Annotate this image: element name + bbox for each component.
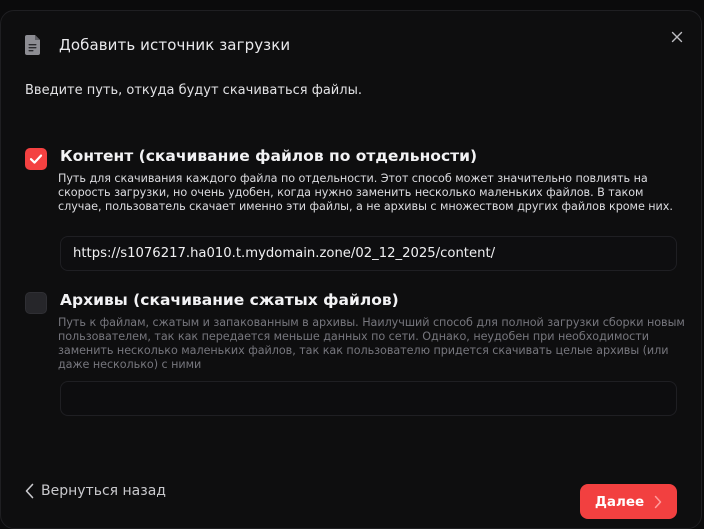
checkmark-icon	[29, 154, 43, 164]
add-source-dialog: Добавить источник загрузки Введите путь,…	[0, 10, 702, 529]
archives-option-description: Путь к файлам, сжатым и запакованным в а…	[58, 316, 685, 371]
chevron-left-icon	[25, 483, 34, 499]
document-icon	[25, 35, 40, 55]
archives-checkbox[interactable]	[25, 292, 47, 314]
content-url-input[interactable]	[60, 236, 677, 271]
back-button-label: Вернуться назад	[41, 483, 166, 499]
next-button-label: Далее	[594, 493, 645, 510]
content-checkbox[interactable]	[25, 148, 47, 170]
dialog-header: Добавить источник загрузки	[25, 35, 290, 55]
archives-option-title: Архивы (скачивание сжатых файлов)	[60, 291, 399, 309]
close-icon[interactable]	[669, 29, 685, 45]
next-button[interactable]: Далее	[580, 484, 677, 519]
dialog-intro: Введите путь, откуда будут скачиваться ф…	[25, 83, 362, 98]
back-button[interactable]: Вернуться назад	[25, 483, 166, 499]
dialog-title: Добавить источник загрузки	[59, 36, 291, 54]
content-option-title: Контент (скачивание файлов по отдельност…	[60, 147, 478, 165]
content-option-description: Путь для скачивания каждого файла по отд…	[58, 172, 673, 213]
chevron-right-icon	[654, 495, 662, 508]
archives-url-input[interactable]	[60, 381, 677, 416]
